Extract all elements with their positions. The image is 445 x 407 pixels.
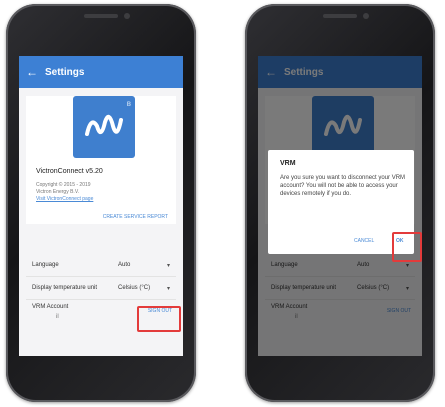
camera-dot xyxy=(124,13,130,19)
temperature-unit-row[interactable]: Display temperature unit Celsius (°C) ▾ xyxy=(26,277,176,300)
sign-out-highlight xyxy=(137,306,181,332)
company-text: Victron Energy B.V. xyxy=(36,189,80,195)
victron-logo-icon: ʙ xyxy=(73,96,135,158)
bluetooth-icon: ʙ xyxy=(126,99,131,108)
about-card: ʙ VictronConnect v5.20 Copyright © 2015 … xyxy=(26,96,176,224)
visit-link[interactable]: Visit VictronConnect page xyxy=(36,196,93,202)
row-value: Auto xyxy=(118,262,131,268)
vrm-label: VRM Account xyxy=(32,304,69,310)
settings-screen-dialog: ← Settings Language Auto ▾ Display tempe… xyxy=(258,56,422,356)
logo-swirl-icon xyxy=(85,114,123,136)
settings-screen: ← Settings ʙ VictronConnect v5.20 Copyri… xyxy=(19,56,183,356)
app-bar: ← Settings xyxy=(19,56,183,88)
chevron-down-icon[interactable]: ▾ xyxy=(167,285,170,292)
speaker-notch xyxy=(84,14,118,18)
camera-dot xyxy=(363,13,369,19)
back-arrow-icon[interactable]: ← xyxy=(19,65,45,79)
vrm-account-value: il xyxy=(56,314,59,320)
ok-highlight xyxy=(392,232,422,262)
app-version: VictronConnect v5.20 xyxy=(36,168,103,175)
language-row[interactable]: Language Auto ▾ xyxy=(26,254,176,277)
page-title: Settings xyxy=(45,66,85,78)
phone-right: ← Settings Language Auto ▾ Display tempe… xyxy=(245,4,435,402)
cancel-button[interactable]: CANCEL xyxy=(354,238,374,244)
chevron-down-icon[interactable]: ▾ xyxy=(167,262,170,269)
dialog-message: Are you sure you want to disconnect your… xyxy=(280,175,406,197)
phone-left: ← Settings ʙ VictronConnect v5.20 Copyri… xyxy=(6,4,196,402)
create-service-report-button[interactable]: CREATE SERVICE REPORT xyxy=(103,214,168,220)
dialog-title: VRM xyxy=(280,160,296,167)
row-value: Celsius (°C) xyxy=(118,285,151,291)
speaker-notch xyxy=(323,14,357,18)
row-label: Language xyxy=(32,262,59,268)
copyright-text: Copyright © 2015 - 2019 xyxy=(36,182,91,188)
row-label: Display temperature unit xyxy=(32,285,98,291)
